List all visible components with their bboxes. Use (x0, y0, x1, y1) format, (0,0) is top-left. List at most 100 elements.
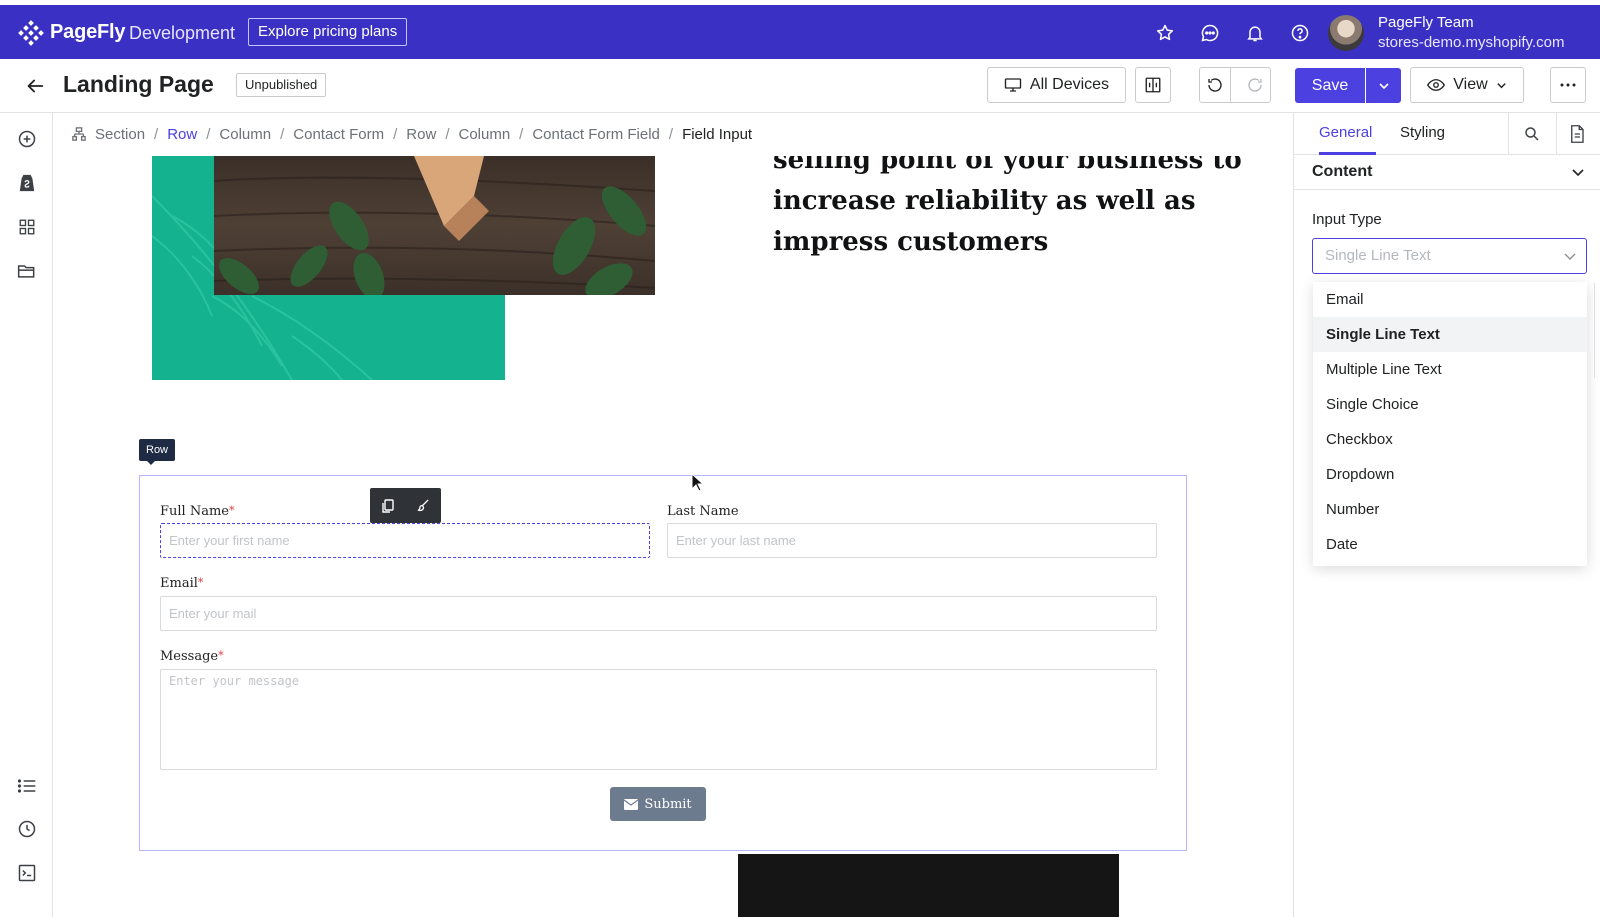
breadcrumb-field-input: Field Input (682, 125, 753, 143)
breadcrumb-column[interactable]: Column (458, 126, 510, 143)
option-single-line-text[interactable]: Single Line Text (1313, 317, 1587, 352)
option-single-choice[interactable]: Single Choice (1313, 387, 1587, 422)
chevron-down-icon[interactable] (1571, 165, 1585, 179)
mouse-cursor-icon (691, 473, 705, 492)
document-icon[interactable] (1569, 125, 1587, 143)
input-type-dropdown: Email Single Line Text Multiple Line Tex… (1313, 282, 1587, 566)
duplicate-button[interactable] (370, 488, 406, 523)
wood-product-photo[interactable] (214, 156, 655, 295)
chat-icon[interactable] (1199, 22, 1221, 44)
element-toolbar (370, 488, 441, 523)
redo-icon (1247, 78, 1262, 92)
device-selector-button[interactable]: All Devices (987, 67, 1126, 103)
option-checkbox[interactable]: Checkbox (1313, 422, 1587, 457)
chevron-down-icon (1378, 82, 1389, 89)
more-options-button[interactable] (1550, 67, 1586, 103)
view-button[interactable]: View (1410, 67, 1524, 103)
breadcrumb-row[interactable]: Row (406, 126, 436, 143)
message-label: Message* (160, 649, 224, 664)
input-type-select[interactable]: Single Line Text (1312, 238, 1587, 274)
left-toolbar (0, 113, 53, 917)
brand-environment: Development (129, 23, 236, 43)
desktop-icon (1004, 78, 1022, 92)
redo-button[interactable] (1239, 68, 1270, 102)
save-options-button[interactable] (1366, 68, 1401, 103)
option-email[interactable]: Email (1313, 282, 1587, 317)
user-avatar[interactable] (1328, 15, 1364, 51)
photo-art (214, 156, 655, 295)
chevron-down-icon (1564, 253, 1576, 260)
option-dropdown[interactable]: Dropdown (1313, 457, 1587, 492)
content-section-title[interactable]: Content (1312, 163, 1372, 181)
brush-icon (417, 499, 429, 512)
star-icon[interactable] (1154, 22, 1176, 44)
active-tab-indicator (1319, 152, 1376, 155)
help-icon[interactable] (1289, 22, 1311, 44)
editor-header: Landing Page Unpublished All Devices Sav… (0, 59, 1600, 113)
required-mark: * (197, 576, 204, 589)
bell-icon[interactable] (1244, 22, 1266, 44)
compare-view-button[interactable] (1135, 67, 1171, 103)
section-divider (1294, 189, 1600, 190)
full-name-label: Full Name* (160, 504, 235, 519)
undo-redo-group (1199, 67, 1271, 103)
breadcrumb: Section / Row / Column / Contact Form / Row /… (72, 124, 752, 144)
message-textarea[interactable]: Enter your message (160, 669, 1157, 770)
pagefly-logo-icon[interactable] (18, 20, 44, 46)
panel-scrollbar[interactable] (1594, 283, 1600, 378)
explore-pricing-button[interactable]: Explore pricing plans (248, 18, 408, 46)
submit-button[interactable]: Submit (610, 787, 706, 821)
message-label-text: Message (160, 649, 219, 664)
input-type-label: Input Type (1312, 211, 1382, 228)
undo-icon (1208, 78, 1222, 92)
undo-button[interactable] (1200, 68, 1232, 102)
back-arrow-icon[interactable] (24, 75, 46, 97)
email-label-text: Email (160, 576, 198, 591)
device-selector-label: All Devices (1029, 76, 1110, 93)
search-icon[interactable] (1523, 125, 1541, 143)
headline-text[interactable]: selling point of your business to increa… (773, 156, 1243, 263)
input-type-value: Single Line Text (1325, 247, 1431, 264)
brand-name: PageFly (50, 21, 126, 43)
breadcrumb-row[interactable]: Row (167, 126, 197, 143)
split-view-icon (1145, 77, 1161, 93)
folder-icon[interactable] (16, 260, 38, 282)
properties-panel: General Styling Content Input Type Singl… (1293, 113, 1600, 917)
breadcrumb-contact-form-field[interactable]: Contact Form Field (532, 126, 660, 143)
chevron-down-icon (1497, 82, 1506, 88)
breadcrumb-section[interactable]: Section (95, 126, 145, 143)
console-icon[interactable] (16, 862, 38, 884)
tab-styling[interactable]: Styling (1400, 124, 1445, 141)
status-badge: Unpublished (236, 73, 327, 97)
email-input[interactable]: Enter your mail (160, 596, 1157, 631)
option-number[interactable]: Number (1313, 492, 1587, 527)
tab-general[interactable]: General (1319, 124, 1372, 141)
store-domain[interactable]: stores-demo.myshopify.com (1378, 34, 1564, 51)
last-name-label: Last Name (667, 504, 739, 519)
page-title: Landing Page (63, 71, 214, 97)
top-bar: PageFly Development Explore pricing plan… (0, 5, 1600, 59)
section-icon (72, 127, 86, 141)
full-name-label-text: Full Name (160, 504, 229, 519)
option-multiple-line-text[interactable]: Multiple Line Text (1313, 352, 1587, 387)
save-button[interactable]: Save (1295, 68, 1365, 103)
list-icon[interactable] (16, 775, 38, 797)
team-name[interactable]: PageFly Team (1378, 14, 1474, 31)
editor-canvas[interactable]: selling point of your business to increa… (54, 156, 1293, 917)
option-date[interactable]: Date (1313, 527, 1587, 562)
more-icon (1560, 83, 1576, 87)
breadcrumb-contact-form[interactable]: Contact Form (293, 126, 384, 143)
row-tag[interactable]: Row (139, 439, 176, 465)
history-icon[interactable] (16, 818, 38, 840)
style-button[interactable] (406, 488, 442, 523)
grid-icon[interactable] (16, 216, 38, 238)
add-icon[interactable] (16, 128, 38, 150)
last-name-input[interactable]: Enter your last name (667, 523, 1157, 558)
contact-form[interactable]: Full Name* Enter your first name Last Na… (139, 475, 1187, 851)
dark-image-block[interactable] (738, 854, 1119, 917)
eye-icon (1427, 79, 1446, 91)
breadcrumb-column[interactable]: Column (219, 126, 271, 143)
first-name-input[interactable]: Enter your first name (160, 523, 650, 558)
required-mark: * (218, 649, 224, 662)
shopify-icon[interactable] (16, 172, 38, 194)
